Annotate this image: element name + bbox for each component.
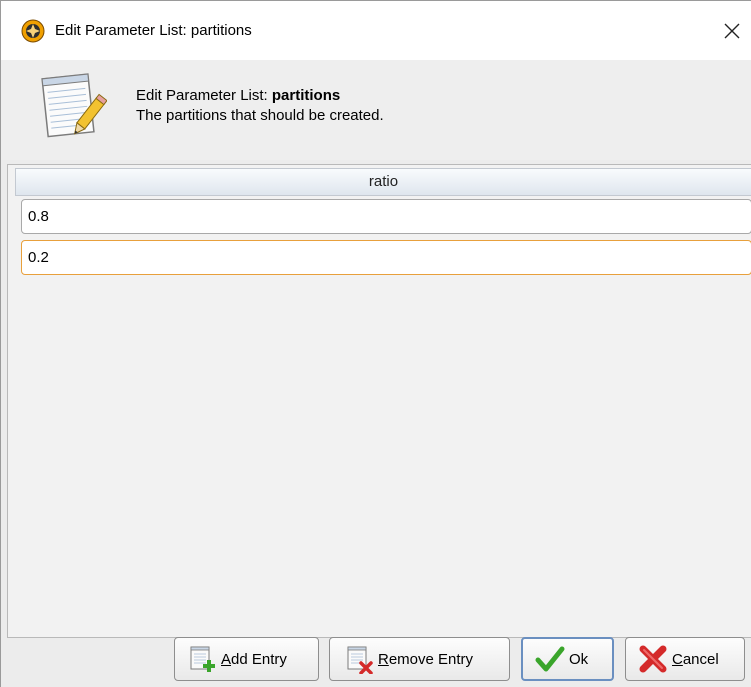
- close-button[interactable]: [712, 11, 751, 51]
- red-x-icon: [639, 645, 667, 673]
- parameter-list-panel: [7, 164, 751, 638]
- cancel-button[interactable]: Cancel: [625, 637, 745, 681]
- add-entry-button[interactable]: Add Entry: [174, 637, 319, 681]
- dialog-header: Edit Parameter List: partitions The part…: [1, 60, 751, 160]
- header-description: The partitions that should be created.: [136, 107, 384, 124]
- add-entry-label: Add Entry: [221, 650, 287, 668]
- notepad-add-icon: [190, 646, 215, 672]
- remove-entry-button[interactable]: Remove Entry: [329, 637, 510, 681]
- notepad-remove-icon: [347, 646, 373, 674]
- close-icon: [724, 23, 740, 39]
- remove-entry-label: Remove Entry: [378, 650, 474, 668]
- window-title: Edit Parameter List: partitions: [55, 22, 252, 39]
- cancel-label: Cancel: [672, 650, 719, 668]
- ok-button[interactable]: Ok: [521, 637, 614, 681]
- app-logo-icon: [21, 19, 45, 43]
- title-bar: Edit Parameter List: partitions: [1, 0, 751, 60]
- header-title: Edit Parameter List: partitions: [136, 86, 340, 105]
- header-title-name: partitions: [271, 87, 341, 104]
- ok-label: Ok: [569, 650, 589, 668]
- checkmark-icon: [535, 646, 565, 672]
- entry-field-1[interactable]: [21, 199, 751, 234]
- entry-field-2[interactable]: [21, 240, 751, 275]
- notepad-pencil-icon: [41, 73, 107, 138]
- column-header-ratio[interactable]: ratio: [15, 168, 751, 196]
- header-title-prefix: Edit Parameter List:: [136, 87, 272, 104]
- edit-parameter-list-dialog: Edit Parameter List: partitions Edit Par…: [0, 0, 751, 687]
